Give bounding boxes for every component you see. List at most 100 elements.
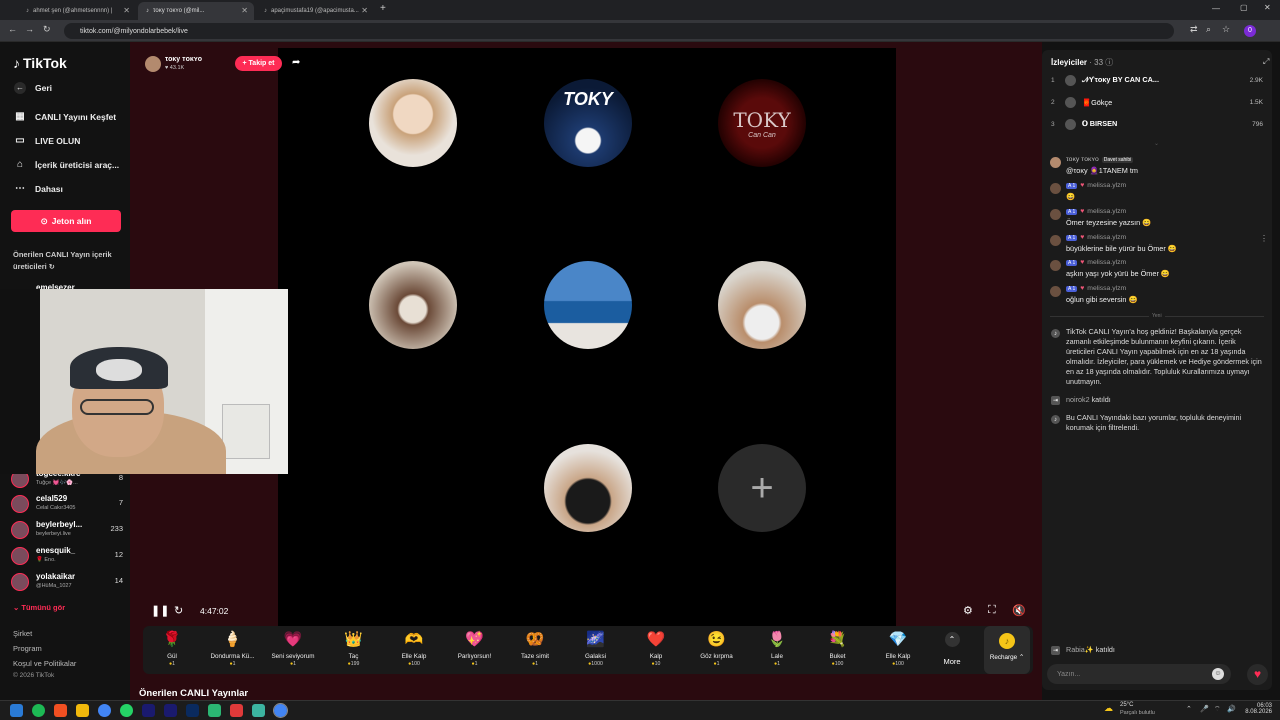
gift-item[interactable]: ❤️ Kalp ●10: [624, 626, 688, 674]
sidebar-item-more[interactable]: ⋯ Dahası: [14, 183, 63, 194]
close-tab-icon[interactable]: ✕: [361, 6, 368, 15]
settings-gear-icon[interactable]: ⚙: [963, 604, 973, 617]
top-viewer-row[interactable]: 3 𝐎 BIRSEN 796: [1051, 116, 1263, 132]
chrome-icon[interactable]: [98, 704, 111, 717]
whatsapp-icon[interactable]: [120, 704, 133, 717]
wifi-icon[interactable]: ⌔: [1214, 705, 1221, 714]
refresh-icon[interactable]: ↻: [49, 264, 55, 271]
bookmark-star-icon[interactable]: ☆: [1222, 24, 1230, 35]
back-arrow-icon[interactable]: ←: [8, 24, 17, 34]
recharge-button[interactable]: ♪ Recharge ⌃: [984, 626, 1030, 674]
guest-avatar-7[interactable]: [544, 444, 632, 532]
microphone-icon[interactable]: 🎤: [1200, 705, 1209, 713]
volume-icon[interactable]: 🔊: [1227, 705, 1236, 713]
windows-start-icon[interactable]: [10, 704, 23, 717]
new-tab-icon[interactable]: +: [380, 3, 386, 14]
gift-item[interactable]: 🌌 Galaksi ●1000: [564, 626, 628, 674]
sidebar-item-go-live[interactable]: ▭ LIVE OLUN: [14, 135, 80, 146]
gift-item[interactable]: 👑 Taç ●199: [322, 626, 386, 674]
tray-chevron-icon[interactable]: ⌃: [1186, 705, 1192, 713]
follow-button[interactable]: + Takip et: [235, 56, 282, 71]
chat-input[interactable]: Yazın... ☺: [1047, 664, 1231, 684]
share-icon[interactable]: ➦: [292, 57, 300, 68]
gift-item[interactable]: 🥨 Taze simit ●1: [503, 626, 567, 674]
reload-icon[interactable]: ↻: [174, 604, 183, 617]
tiktok-logo[interactable]: ♪ TikTok: [13, 55, 67, 71]
clock[interactable]: 06:03 8.08.2026: [1242, 703, 1272, 715]
more-gifts-button[interactable]: ⌃ More: [939, 630, 965, 666]
gift-item[interactable]: 🍦 Dondurma Kü... ●1: [201, 626, 265, 674]
mute-icon[interactable]: 🔇: [1012, 604, 1026, 617]
top-viewer-row[interactable]: 1 𝒩ϒτoκy BY CAN CA... 2.9K: [1051, 72, 1263, 88]
app-icon[interactable]: [54, 704, 67, 717]
zoom-icon[interactable]: ⌕: [1206, 24, 1211, 35]
emoji-icon[interactable]: ☺: [1212, 668, 1224, 680]
reload-icon[interactable]: ↻: [43, 24, 51, 35]
translate-icon[interactable]: ⇄: [1190, 24, 1198, 35]
guest-avatar-2[interactable]: TOKY: [544, 79, 632, 167]
chat-message[interactable]: A 1 ♥ melissa.ylzm büyüklerine bile yürür b…: [1050, 234, 1268, 256]
app-icon[interactable]: [230, 704, 243, 717]
guest-avatar-5[interactable]: [544, 261, 632, 349]
top-viewer-row[interactable]: 2 🧧Gökçe 1.5K: [1051, 94, 1263, 110]
guest-avatar-3[interactable]: TOKY Can Can: [718, 79, 806, 167]
footer-link-company[interactable]: Şirket: [13, 629, 32, 638]
sidebar-item-explore-live[interactable]: ▦ CANLI Yayını Keşfet: [14, 111, 116, 122]
app-icon[interactable]: [252, 704, 265, 717]
app-icon[interactable]: [208, 704, 221, 717]
maximize-icon[interactable]: ▢: [1240, 3, 1248, 12]
after-effects-icon[interactable]: [142, 704, 155, 717]
close-tab-icon[interactable]: ✕: [123, 6, 130, 15]
gift-item[interactable]: 🫶 Elle Kalp ●100: [382, 626, 446, 674]
guest-avatar-6[interactable]: [718, 261, 806, 349]
gift-item[interactable]: 💐 Buket ●100: [806, 626, 870, 674]
like-heart-button[interactable]: ♥: [1247, 664, 1268, 685]
guest-avatar-1[interactable]: [369, 79, 457, 167]
chat-message[interactable]: A 1 ♥ melissa.ylzm aşkın yaşı yok yürü be Ö…: [1050, 259, 1266, 281]
spotify-icon[interactable]: [32, 704, 45, 717]
list-item[interactable]: beylerbeyl... beylerbeyi.live 233: [11, 519, 123, 541]
sidebar-item-creator-tools[interactable]: ⌂ İçerik üreticisi araç...: [14, 159, 119, 170]
chat-message[interactable]: A 1 ♥ melissa.ylzm 😄: [1050, 182, 1266, 204]
list-item[interactable]: enesquik_ 🌹 Eno. 12: [11, 545, 123, 567]
gift-item[interactable]: 🌹 Gül ●1: [140, 626, 204, 674]
chat-message[interactable]: A 1 ♥ melissa.ylzm oğlun gibi seversin 😄: [1050, 285, 1266, 307]
host-avatar[interactable]: [145, 56, 161, 72]
premiere-icon[interactable]: [164, 704, 177, 717]
gift-item[interactable]: 💎 Elle Kalp ●100: [866, 626, 930, 674]
footer-link-program[interactable]: Program: [13, 644, 42, 653]
list-item[interactable]: yolakaikar @HüMa_1027 14: [11, 571, 123, 593]
list-item[interactable]: celal529 Celal Cakır3405 7: [11, 493, 123, 515]
info-icon[interactable]: ⓘ: [1105, 58, 1113, 67]
chrome-active-icon[interactable]: [273, 703, 288, 718]
close-window-icon[interactable]: ✕: [1264, 3, 1271, 12]
add-guest-button[interactable]: +: [718, 444, 806, 532]
chevron-down-icon[interactable]: ⌄: [1154, 140, 1159, 147]
back-link[interactable]: ← Geri: [14, 82, 52, 94]
more-options-icon[interactable]: ⋮: [1260, 234, 1268, 243]
pause-icon[interactable]: ❚❚: [151, 604, 169, 617]
collapse-icon[interactable]: ⤢: [1263, 57, 1269, 67]
chat-message[interactable]: τoκy ᴛᴏᴋʏᴏ Davet sahibi @τoκy 🧕1TANEM tm: [1050, 156, 1266, 178]
browser-tab[interactable]: ♪ ahmet şen (@ahmetsennnn) | ✕: [18, 2, 136, 20]
close-tab-icon[interactable]: ✕: [241, 6, 248, 15]
browser-tab[interactable]: ♪ apaçimustafa19 (@apacimusta... ✕: [256, 2, 374, 20]
chat-message[interactable]: A 1 ♥ melissa.ylzm Ömer teyzesine yazsın 😄: [1050, 208, 1266, 230]
profile-avatar[interactable]: 0: [1244, 25, 1256, 37]
get-coins-button[interactable]: ⊙ Jeton alın: [11, 210, 121, 232]
gift-item[interactable]: 🌷 Lale ●1: [745, 626, 809, 674]
guest-avatar-4[interactable]: [369, 261, 457, 349]
url-field[interactable]: tiktok.com/@milyondolarbebek/live: [64, 23, 1174, 39]
gift-item[interactable]: 😉 Göz kırpma ●1: [685, 626, 749, 674]
forward-arrow-icon[interactable]: →: [25, 24, 34, 34]
host-name[interactable]: τoκy ᴛᴏᴋʏᴏ: [165, 56, 202, 63]
gift-item[interactable]: 💗 Seni seviyorum ●1: [261, 626, 325, 674]
browser-tab-active[interactable]: ♪ τoκy ᴛᴏᴋʏᴏ (@mil... ✕: [138, 2, 254, 20]
minimize-icon[interactable]: —: [1212, 4, 1220, 13]
gift-item[interactable]: 💖 Parlıyorsun! ●1: [443, 626, 507, 674]
footer-link-terms[interactable]: Koşul ve Politikalar: [13, 659, 76, 668]
fullscreen-icon[interactable]: ⛶: [988, 604, 996, 617]
file-explorer-icon[interactable]: [76, 704, 89, 717]
photoshop-icon[interactable]: [186, 704, 199, 717]
see-all-link[interactable]: ⌄ Tümünü gör: [13, 603, 65, 612]
